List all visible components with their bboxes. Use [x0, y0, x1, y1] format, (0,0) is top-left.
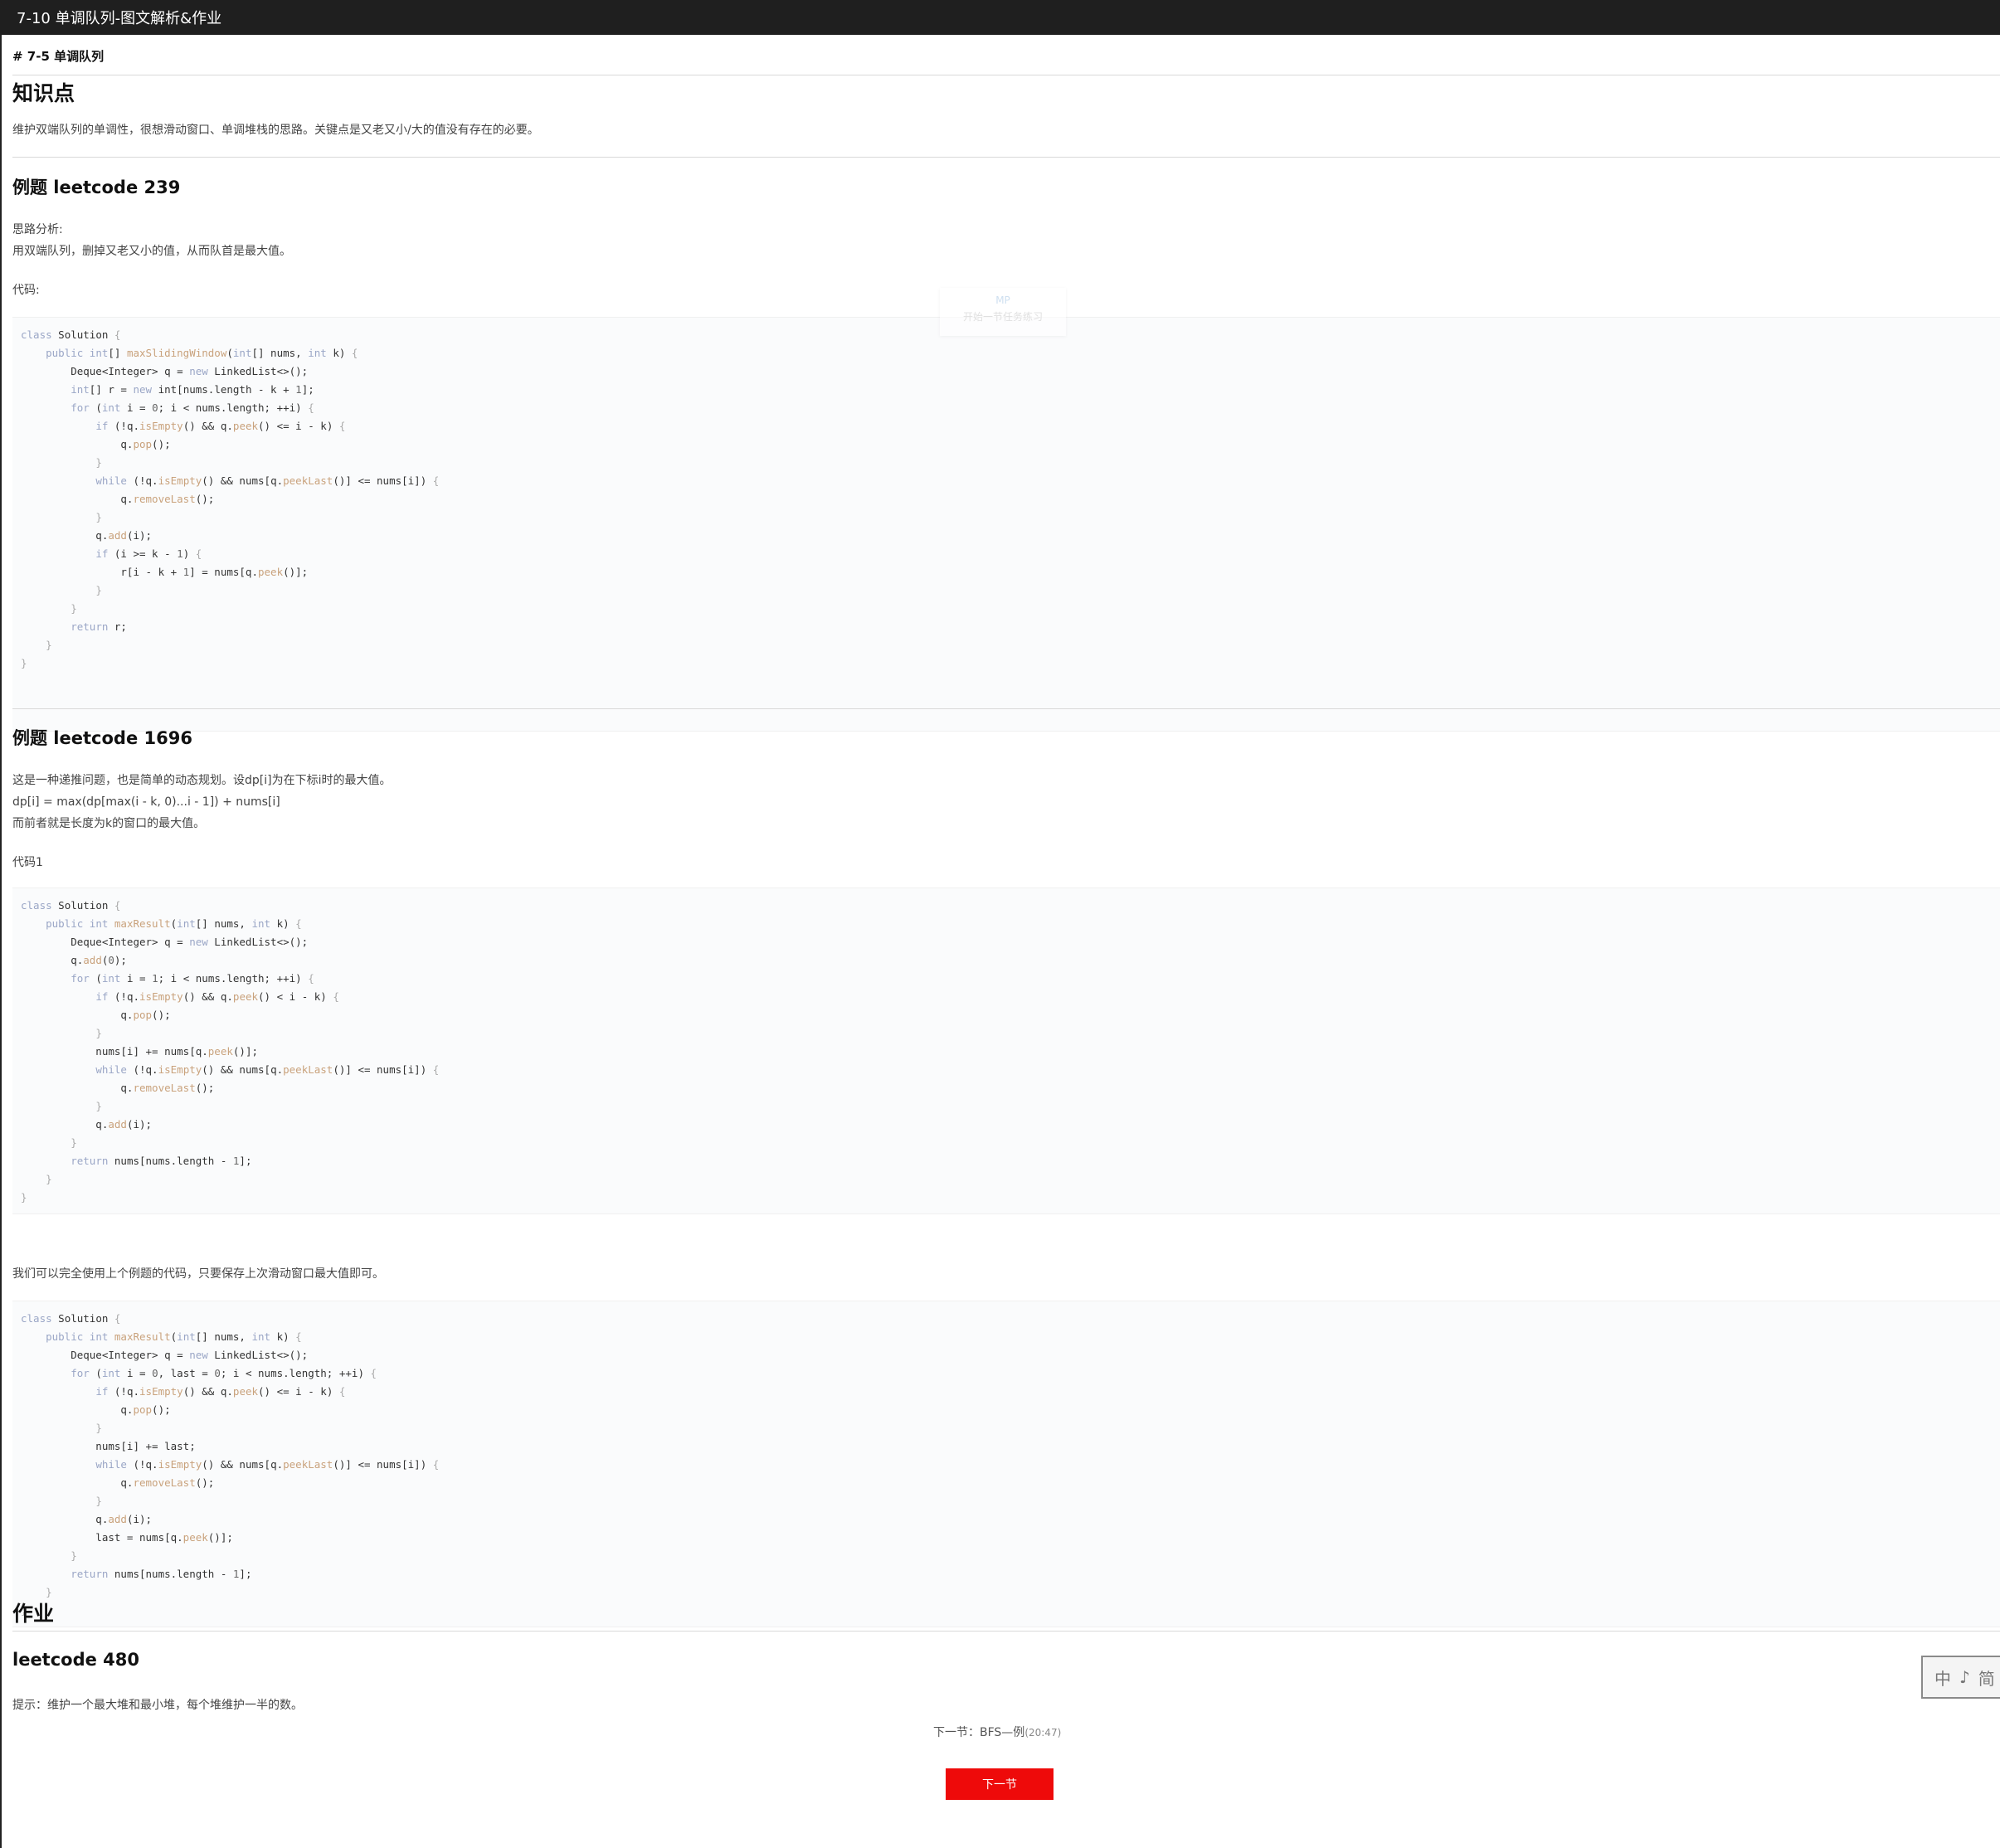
next-lesson-duration: (20:47) [1024, 1727, 1062, 1739]
stamp-seal: 中 ♪ 简 [1921, 1656, 2000, 1699]
code-239: class Solution { public int[] maxSliding… [21, 328, 440, 669]
divider [12, 1631, 2000, 1632]
stamp-char: 中 [1934, 1668, 1951, 1689]
code-block-239: class Solution { public int[] maxSliding… [12, 317, 2000, 732]
left-border [0, 35, 2, 1848]
floating-practice-card[interactable]: MP 开始一节任务练习 [940, 288, 1066, 336]
next-lesson-button[interactable]: 下一节 [946, 1768, 1054, 1800]
example1-analysis-label: 思路分析: [12, 223, 63, 236]
example2-title: 例题 leetcode 1696 [12, 728, 192, 748]
knowledge-text: 维护双端队列的单调性，很想滑动窗口、单调堆栈的思路。关键点是又老又小/大的值没有… [12, 124, 539, 137]
window-title: 7-10 单调队列-图文解析&作业 [17, 10, 222, 27]
example2-between-text: 我们可以完全使用上个例题的代码，只要保存上次滑动窗口最大值即可。 [12, 1267, 384, 1281]
window-title-bar: 7-10 单调队列-图文解析&作业 [0, 0, 2000, 35]
divider [12, 708, 2000, 709]
stamp-char: ♪ [1959, 1667, 1970, 1687]
section-title-knowledge: 知识点 [12, 81, 75, 105]
homework-hint: 提示：维护一个最大堆和最小堆，每个堆维护一半的数。 [12, 1699, 303, 1712]
homework-subtitle: leetcode 480 [12, 1650, 140, 1670]
next-lesson-title: 下一节：BFS—例 [933, 1726, 1025, 1739]
doc-heading: # 7-5 单调队列 [12, 49, 105, 64]
floating-card-line1: MP [995, 294, 1010, 306]
example2-line3: 而前者就是长度为k的窗口的最大值。 [12, 817, 206, 830]
example2-line1: 这是一种递推问题，也是简单的动态规划。设dp[i]为在下标i时的最大值。 [12, 774, 392, 787]
example2-code-label: 代码1 [12, 856, 43, 869]
code-1696-v1: class Solution { public int maxResult(in… [21, 899, 440, 1204]
example1-analysis-text: 用双端队列，删掉又老又小的值，从而队首是最大值。 [12, 245, 291, 258]
homework-title: 作业 [12, 1602, 55, 1626]
stamp-char: 简 [1978, 1668, 1995, 1689]
example1-title: 例题 leetcode 239 [12, 178, 181, 197]
divider [12, 157, 2000, 158]
next-lesson-text: 下一节：BFS—例(20:47) [933, 1724, 1061, 1740]
example1-code-label: 代码: [12, 284, 40, 297]
code-block-1696-v1: class Solution { public int maxResult(in… [12, 888, 2000, 1214]
code-block-1696-v2: class Solution { public int maxResult(in… [12, 1301, 2000, 1627]
code-1696-v2: class Solution { public int maxResult(in… [21, 1312, 440, 1617]
floating-card-line2: 开始一节任务练习 [962, 311, 1043, 323]
example2-line2: dp[i] = max(dp[max(i - k, 0)...i - 1]) +… [12, 795, 280, 809]
